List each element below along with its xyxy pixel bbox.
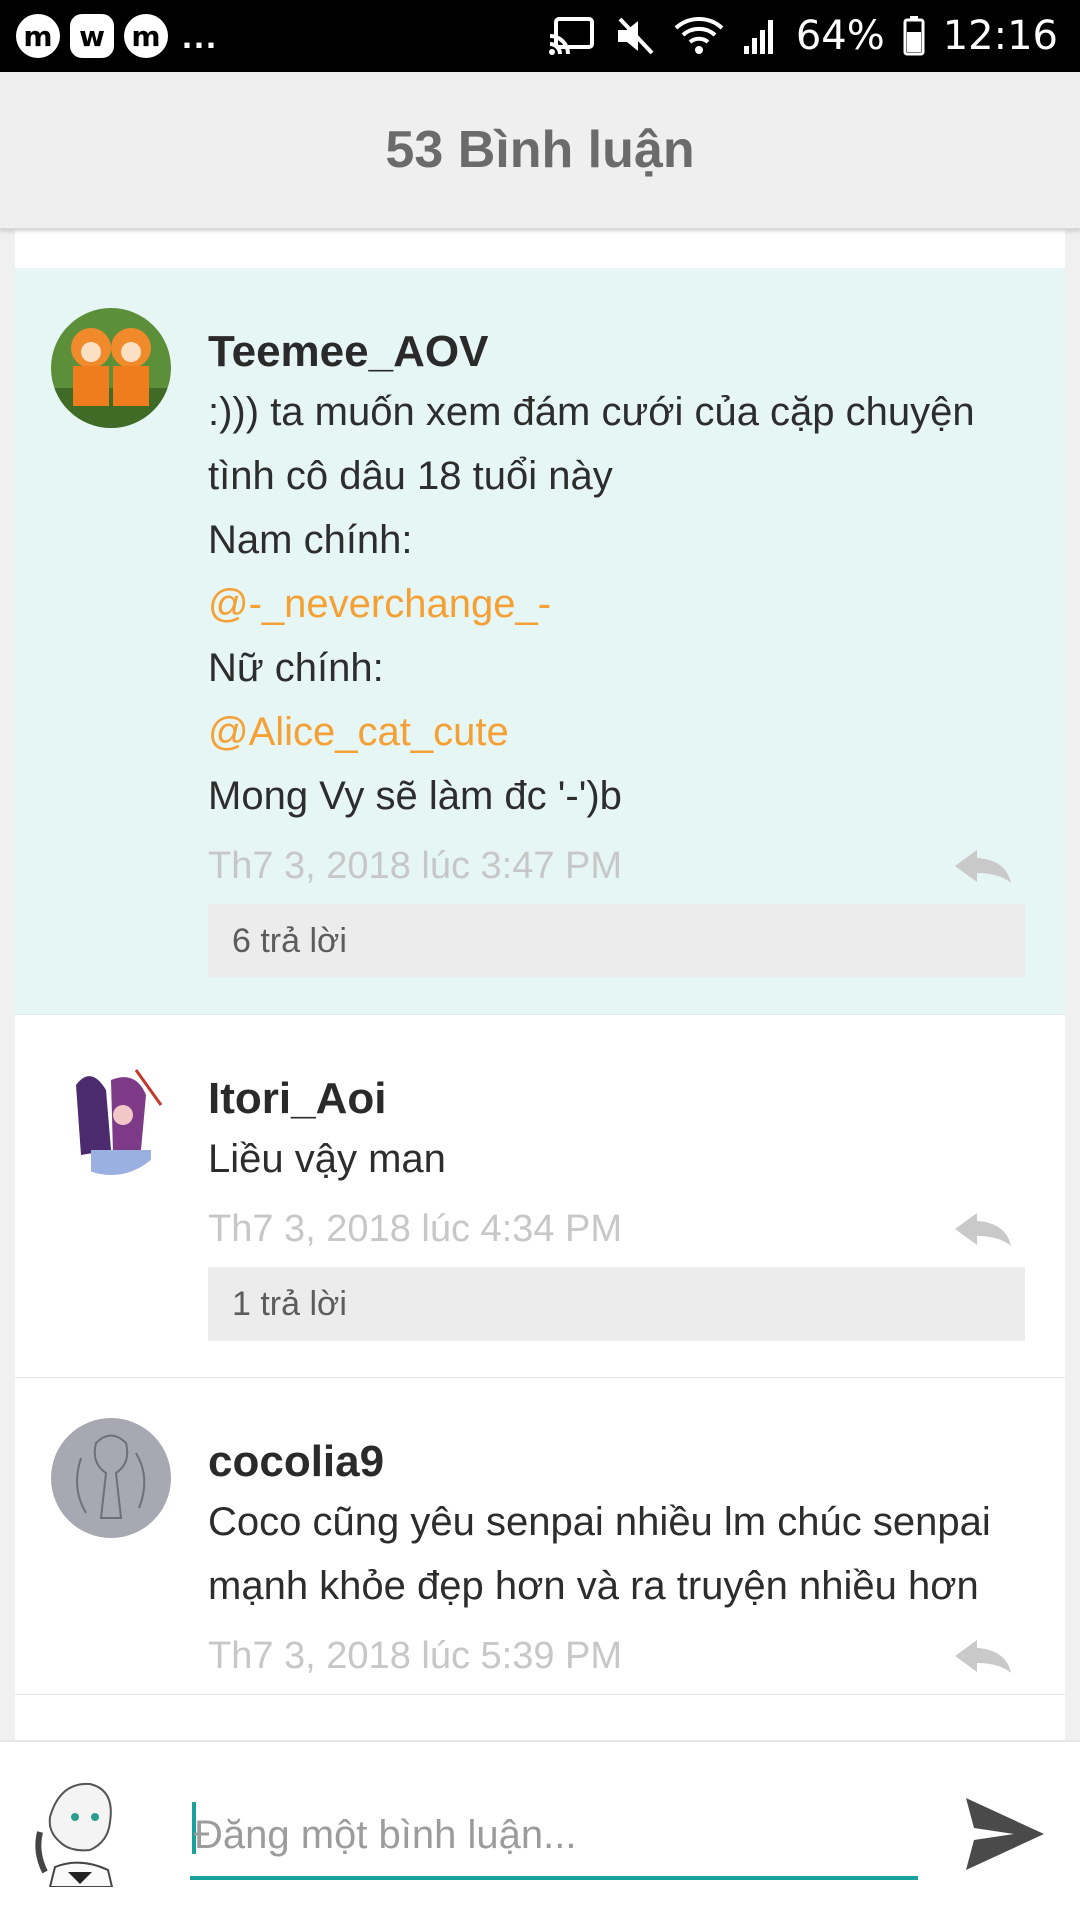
comment-list[interactable]: Teemee_AOV :))) ta muốn xem đám cưới của… — [15, 228, 1065, 1740]
comment-item: Itori_Aoi Liều vậy man Th7 3, 2018 lúc 4… — [15, 1015, 1065, 1378]
status-bar: m w m ... 64% 12:16 — [0, 0, 1080, 72]
comment-input-wrapper — [190, 1792, 924, 1880]
comment-text-line: Coco cũng yêu senpai nhiều lm chúc senpa… — [208, 1500, 991, 1544]
battery-icon — [903, 16, 925, 56]
comment-input[interactable] — [190, 1792, 924, 1878]
battery-percent: 64% — [795, 13, 885, 59]
comment-text-line: Nữ chính: — [208, 646, 384, 690]
page-title: 53 Bình luận — [385, 121, 695, 179]
reply-icon[interactable] — [951, 846, 1015, 886]
avatar[interactable] — [51, 1418, 171, 1538]
comment-timestamp: Th7 3, 2018 lúc 5:39 PM — [208, 1635, 623, 1677]
view-replies-button[interactable]: 1 trả lời — [208, 1267, 1025, 1341]
user-mention-link[interactable]: @-_neverchange_- — [208, 572, 1045, 636]
reply-icon[interactable] — [951, 1636, 1015, 1676]
comment-username[interactable]: Teemee_AOV — [208, 324, 1045, 380]
comment-timestamp: Th7 3, 2018 lúc 3:47 PM — [208, 845, 623, 887]
signal-icon — [742, 16, 778, 56]
wifi-icon — [674, 16, 724, 56]
app-header: 53 Bình luận — [0, 72, 1080, 230]
avatar[interactable] — [51, 308, 171, 428]
user-mention-link[interactable]: @Alice_cat_cute — [208, 700, 1045, 764]
avatar[interactable] — [51, 1055, 171, 1175]
comment-composer — [0, 1740, 1080, 1922]
view-replies-button[interactable]: 6 trả lời — [208, 904, 1025, 978]
comment-text-line: tình cô dâu 18 tuổi này — [208, 454, 613, 498]
notification-app-icon: m — [16, 14, 60, 58]
wattpad-notification-icon: w — [70, 14, 114, 58]
send-icon[interactable] — [962, 1794, 1048, 1874]
previous-comment-end — [15, 228, 1065, 268]
reply-icon[interactable] — [951, 1209, 1015, 1249]
notification-app-icon: m — [124, 14, 168, 58]
mute-icon — [614, 15, 656, 57]
comment-text-line: mạnh khỏe đẹp hơn và ra truyện nhiều hơn — [208, 1564, 979, 1608]
comment-item: cocolia9 Coco cũng yêu senpai nhiều lm c… — [15, 1378, 1065, 1695]
cast-icon — [548, 16, 596, 56]
comment-timestamp: Th7 3, 2018 lúc 4:34 PM — [208, 1208, 623, 1250]
comment-text-line: Nam chính: — [208, 518, 413, 562]
comment-username[interactable]: Itori_Aoi — [208, 1071, 1045, 1127]
comment-text-line: :))) ta muốn xem đám cưới của cặp chuyện — [208, 390, 975, 434]
comment-username[interactable]: cocolia9 — [208, 1434, 1045, 1490]
current-user-avatar — [30, 1772, 130, 1888]
comment-item: Teemee_AOV :))) ta muốn xem đám cưới của… — [15, 268, 1065, 1015]
comment-text-line: Mong Vy sẽ làm đc '-')b — [208, 774, 622, 818]
notification-icons: m w m ... — [16, 12, 218, 60]
more-notifications: ... — [182, 15, 219, 56]
clock: 12:16 — [942, 13, 1058, 59]
comment-text-line: Liều vậy man — [208, 1137, 446, 1181]
